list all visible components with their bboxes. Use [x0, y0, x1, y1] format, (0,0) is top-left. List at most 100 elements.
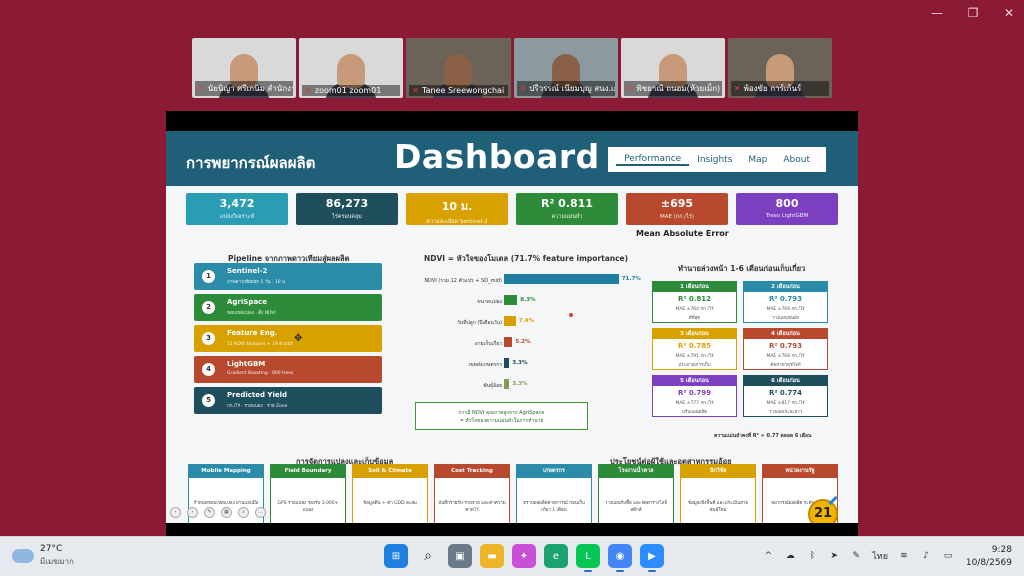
forecast-footnote: ความแม่นยำคงที่ R² ≈ 0.77 ตลอด 6 เดือน — [714, 433, 812, 439]
participant-name-text: Tanee Sreewongchai — [422, 86, 505, 95]
taskbar-apps: ⊞ ⌕ ▣ ▬ ✦ e L ◉ ▶ — [384, 544, 664, 572]
bluetooth-icon[interactable]: ᛒ — [806, 550, 818, 562]
next-slide-icon[interactable]: › — [187, 507, 198, 518]
grid-view-icon[interactable]: ▦ — [221, 507, 232, 518]
step-title: Predicted Yield — [227, 391, 288, 399]
chart-value-label: 3.3% — [512, 381, 528, 387]
pipeline-step: 5 Predicted Yield กก./ไร่ · รายแปลง · รา… — [194, 387, 382, 414]
chart-bar — [504, 274, 619, 284]
wifi-icon[interactable]: ≋ — [898, 550, 910, 562]
chart-value-label: 7.4% — [518, 318, 535, 324]
minimize-button[interactable]: — — [930, 6, 944, 20]
zoom-app-icon[interactable]: ▶ — [640, 544, 664, 572]
participant-name-text: พ้องขัย การ์เก้นร์ — [743, 84, 802, 93]
ndvi-title: NDVI = หัวใจของโมเดล (71.7% feature impo… — [424, 254, 629, 263]
file-explorer-icon[interactable]: ▬ — [480, 544, 504, 568]
task-view-icon[interactable]: ▣ — [448, 544, 472, 568]
chart-category-label: เขตส่งเกษตรกร — [468, 362, 502, 368]
forecast-head: 3 เดือนก่อน — [653, 329, 736, 339]
chrome-icon[interactable]: ◉ — [608, 544, 632, 572]
edge-icon[interactable]: e — [544, 544, 568, 568]
close-button[interactable]: ✕ — [1002, 6, 1016, 20]
chart-bar — [504, 379, 510, 389]
forecast-r2: R² 0.785 — [677, 342, 712, 350]
info-card-body: GPS รายแปลง รองรับ 3,000+ แปลง — [277, 501, 339, 513]
window-controls: — ❐ ✕ — [930, 6, 1016, 20]
forecast-r2: R² 0.793 — [768, 342, 803, 350]
pen-tool-icon[interactable]: ✎ — [204, 507, 215, 518]
temperature: 27°C — [40, 544, 63, 554]
chart-row: ขนาดแปลง 8.3% — [404, 294, 654, 315]
clock-date: 10/8/2569 — [965, 558, 1012, 568]
info-card-body: วางแผนรับซื้อ และจัดตารางโลจิสติกส์ — [604, 501, 668, 513]
forecast-card: 1 เดือนก่อน R² 0.812 MAE ±764 กก./ไร่ ดี… — [652, 281, 737, 323]
slide-content: การพยากรณ์ผลผลิต Dashboard Performance In… — [166, 131, 858, 523]
start-icon[interactable]: ⊞ — [384, 544, 408, 568]
ndvi-chart: NDVI (รวม 12 ตัวแปร + SD_mid) 71.7% ขนาดแ… — [404, 273, 654, 399]
step-number: 1 — [202, 270, 215, 283]
forecast-grid: 1 เดือนก่อน R² 0.812 MAE ±764 กก./ไร่ ดี… — [652, 281, 840, 417]
kpi-card: 86,273 ไร่ครอบคลุม — [296, 193, 398, 225]
taskbar: 27°C มีเมฆมาก ⊞ ⌕ ▣ ▬ ✦ e L ◉ ▶ ^ ☁ ᛒ ➤ … — [0, 536, 1024, 576]
language-indicator[interactable]: ไทย — [872, 549, 888, 563]
kpi-value: 800 — [775, 197, 799, 210]
kpi-value: 10 ม. — [441, 200, 473, 213]
kpi-card: 800 Trees LightGBM — [736, 193, 838, 225]
participant-face — [444, 54, 473, 88]
restore-button[interactable]: ❐ — [966, 6, 980, 20]
forecast-note: ปรับแผนผลิต — [681, 410, 708, 415]
cloud-sync-icon[interactable]: ☁ — [784, 550, 796, 562]
participant-name-text: นัยนิญา ศรีเกนิม สำนักงานเกษตรฯ — [207, 84, 293, 93]
battery-icon[interactable]: ▭ — [942, 550, 954, 562]
participant-tile[interactable]: ✕ พิชยาณี ถนอม(ห้วยเม็ก) — [620, 38, 725, 98]
forecast-note: ตัดสาขาธุรกิจท์ — [770, 363, 801, 368]
more-options-icon[interactable]: … — [255, 507, 266, 518]
clock[interactable]: 9:28 10/8/2569 — [966, 544, 1012, 570]
weather-text: มีเมฆมาก — [40, 557, 74, 566]
participant-tile[interactable]: ✕นัยนิญา ศรีเกนิม สำนักงานเกษตรฯ — [192, 38, 297, 98]
zoom-icon[interactable]: ⌕ — [238, 507, 249, 518]
chart-row: อายุเก็บเกี่ยว 5.2% — [404, 336, 654, 357]
nav-insights[interactable]: Insights — [689, 155, 740, 165]
forecast-note: ประมาณการเก็บ — [678, 363, 711, 368]
forecast-mae: MAE ±791 กก./ไร่ — [675, 354, 714, 359]
chart-category-label: วันที่ปลูก (ปีเดือนวัน) — [456, 320, 502, 326]
kpi-card: 3,472 แปลงวิเคราะห์ — [186, 193, 288, 225]
participant-name: ✕ปรีวรรณ์ เนียมบุญ สนง.เกษตร — [516, 81, 615, 96]
participant-name-text: zoom01 zoom01 — [314, 86, 382, 95]
nav-performance[interactable]: Performance — [616, 154, 690, 166]
send-icon[interactable]: ➤ — [828, 550, 840, 562]
participant-tile[interactable]: ✕ zoom01 zoom01 — [299, 38, 404, 98]
nav-map[interactable]: Map — [740, 155, 775, 165]
participant-tile[interactable]: ✕ Tanee Sreewongchai — [406, 38, 511, 98]
pen-icon[interactable]: ✎ — [850, 550, 862, 562]
kpi-row: 3,472 แปลงวิเคราะห์ 86,273 ไร่ครอบคลุม 10 … — [186, 193, 838, 225]
forecast-card: 3 เดือนก่อน R² 0.785 MAE ±791 กก./ไร่ ปร… — [652, 328, 737, 370]
chart-bar — [504, 337, 513, 347]
prev-slide-icon[interactable]: ‹ — [170, 507, 181, 518]
volume-icon[interactable]: ♪ — [920, 550, 932, 562]
nav-about[interactable]: About — [775, 155, 818, 165]
copilot-icon[interactable]: ✦ — [512, 544, 536, 568]
weather-widget[interactable]: 27°C มีเมฆมาก — [12, 543, 74, 568]
clock-time: 9:28 — [991, 545, 1012, 555]
search-icon[interactable]: ⌕ — [416, 544, 440, 568]
info-card-body: ข้อมูลเชิงพื้นที่ และประเมินสายพันธุ์ใหม… — [688, 501, 748, 513]
participant-tile[interactable]: ✕ พ้องขัย การ์เก้นร์ — [727, 38, 833, 98]
forecast-head: 2 เดือนก่อน — [744, 282, 827, 292]
step-number: 2 — [202, 301, 215, 314]
participant-tile[interactable]: ✕ปรีวรรณ์ เนียมบุญ สนง.เกษตร — [513, 38, 618, 98]
slide-number-badge: 21 — [808, 499, 838, 523]
forecast-title: ทำนายล่วงหน้า 1-6 เดือนก่อนเก็บเกี่ยว — [678, 264, 806, 273]
chevron-up-icon[interactable]: ^ — [762, 550, 774, 562]
chart-bar — [504, 358, 510, 368]
forecast-note: ดีที่สุด — [688, 316, 701, 321]
chart-category-label: พันธุ์อ้อย — [483, 383, 502, 389]
info-card: Cost Tracking บันทึกรายรับ-รายจ่าย และค่… — [434, 464, 510, 523]
chart-category-label: อายุเก็บเกี่ยว — [474, 341, 502, 347]
chart-value-label: 71.7% — [621, 276, 641, 282]
line-app-icon[interactable]: L — [576, 544, 600, 572]
info-card-head: Field Boundary — [271, 465, 345, 478]
kpi-card: R² 0.811 ความแม่นยำ — [516, 193, 618, 225]
forecast-card: 4 เดือนก่อน R² 0.793 MAE ±768 กก./ไร่ ตั… — [743, 328, 828, 370]
